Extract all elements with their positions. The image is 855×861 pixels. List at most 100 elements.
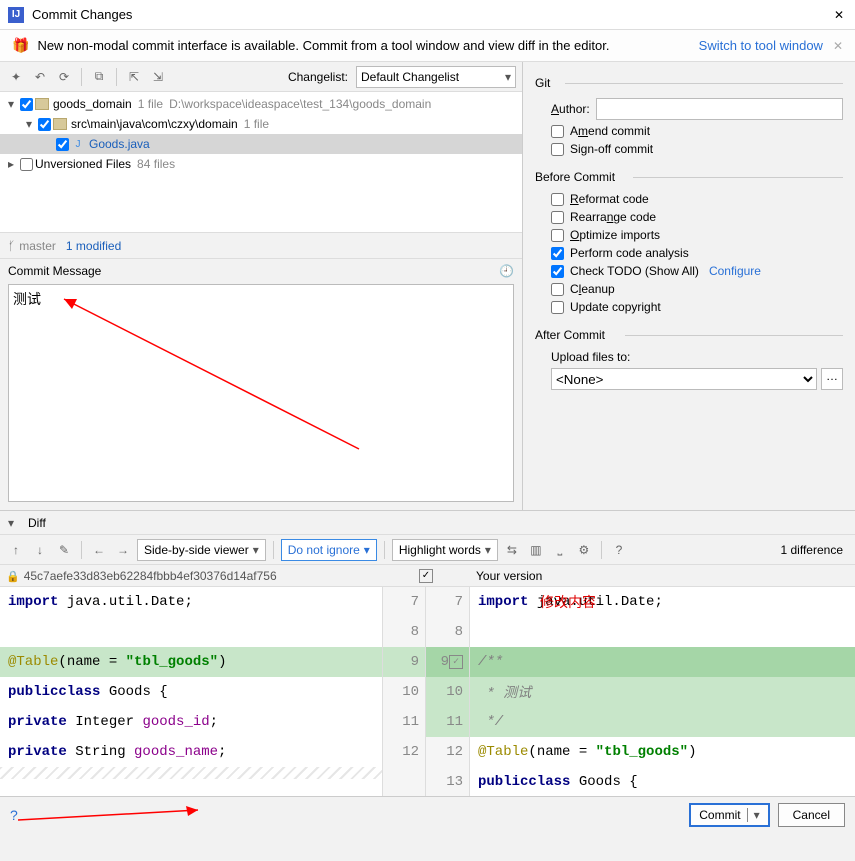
commit-message-input[interactable]: 测试 [8, 284, 514, 502]
java-file-icon: J [71, 137, 85, 151]
collapse-unchanged-icon[interactable]: ⇆ [502, 540, 522, 560]
author-label: Author: [551, 102, 590, 116]
folder-icon [53, 118, 67, 130]
expand-all-icon[interactable]: ⇱ [124, 67, 144, 87]
modified-count[interactable]: 1 modified [66, 239, 121, 253]
root-label: goods_domain [53, 97, 132, 111]
file-label: Goods.java [89, 137, 150, 151]
branch-icon: ᚶ [8, 239, 15, 253]
analysis-checkbox[interactable] [551, 247, 564, 260]
todo-label: Check TODO (Show All) [570, 264, 699, 278]
copyright-checkbox[interactable] [551, 301, 564, 314]
optimize-checkbox[interactable] [551, 229, 564, 242]
changelist-label: Changelist: [288, 70, 348, 84]
diff-right[interactable]: 修改内容 import java.util.Date;/** * 测试 */@T… [470, 587, 855, 796]
expand-icon[interactable]: ▾ [22, 117, 36, 131]
changes-toolbar: ✦ ↶ ⟳ ⧉ ⇱ ⇲ Changelist: Default Changeli… [0, 62, 522, 92]
collapse-all-icon[interactable]: ⇲ [148, 67, 168, 87]
options-pane: Git Author: Amend commit Sign-off commit… [523, 62, 855, 510]
diff-gutter-right: 789 ✓10111213 [426, 587, 470, 796]
show-diff-icon[interactable]: ✦ [6, 67, 26, 87]
apply-chunk-icon[interactable]: ✓ [449, 655, 463, 669]
footer-arrow [18, 800, 218, 830]
commit-msg-header: Commit Message 🕘 [0, 258, 522, 282]
cancel-button[interactable]: Cancel [778, 803, 845, 827]
next-diff-icon[interactable]: ↓ [30, 540, 50, 560]
code-line: import java.util.Date; [0, 587, 382, 617]
todo-checkbox[interactable] [551, 265, 564, 278]
prev-diff-icon[interactable]: ↑ [6, 540, 26, 560]
highlight-combo[interactable]: Highlight words ▾ [392, 539, 498, 561]
close-icon[interactable]: ✕ [831, 8, 847, 22]
rearrange-checkbox[interactable] [551, 211, 564, 224]
tree-root[interactable]: ▾ goods_domain 1 file D:\workspace\ideas… [0, 94, 522, 114]
settings-icon[interactable]: ⚙ [574, 540, 594, 560]
code-line: @Table(name = "tbl_goods") [470, 737, 855, 767]
group-by-icon[interactable]: ⧉ [89, 67, 109, 87]
footer: ? Commit▾ Cancel [0, 796, 855, 832]
tree-file[interactable]: J Goods.java [0, 134, 522, 154]
edit-icon[interactable]: ✎ [54, 540, 74, 560]
banner-close-icon[interactable]: ✕ [833, 39, 843, 53]
optimize-label: Optimize imports [570, 228, 660, 242]
diff-expand-icon[interactable]: ▾ [8, 516, 22, 530]
file-checkbox[interactable] [56, 138, 69, 151]
code-line: /** [470, 647, 855, 677]
pkg-files: 1 file [244, 117, 269, 131]
refresh-icon[interactable]: ⟳ [54, 67, 74, 87]
cleanup-checkbox[interactable] [551, 283, 564, 296]
tree-unversioned[interactable]: ▸ Unversioned Files 84 files [0, 154, 522, 174]
upload-select[interactable]: <None> [551, 368, 817, 390]
commit-msg-value: 测试 [13, 291, 41, 307]
diff-header: ▾ Diff [0, 510, 855, 534]
expand-icon[interactable]: ▾ [4, 97, 18, 111]
root-checkbox[interactable] [20, 98, 33, 111]
diff-body: import java.util.Date; @Table(name = "tbl… [0, 586, 855, 796]
diff-left[interactable]: import java.util.Date; @Table(name = "tbl… [0, 587, 382, 796]
code-line: * 测试 [470, 677, 855, 707]
pkg-checkbox[interactable] [38, 118, 51, 131]
author-input[interactable] [596, 98, 843, 120]
folder-icon [35, 98, 49, 110]
gift-icon: 🎁 [12, 37, 29, 54]
code-line: private Integer goods_id; [0, 707, 382, 737]
prev-file-icon[interactable]: ← [89, 540, 109, 560]
switch-tool-window-link[interactable]: Switch to tool window [699, 38, 823, 53]
diff-toolbar: ↑ ↓ ✎ ← → Side-by-side viewer ▾ Do not i… [0, 534, 855, 564]
app-icon: IJ [8, 7, 24, 23]
root-files: 1 file [138, 97, 163, 111]
copyright-label: Update copyright [570, 300, 661, 314]
changelist-combo[interactable]: Default Changelist ▾ [356, 66, 516, 88]
code-line: public class Goods { [470, 767, 855, 796]
root-path: D:\workspace\ideaspace\test_134\goods_do… [169, 97, 431, 111]
commit-dropdown-icon[interactable]: ▾ [747, 808, 760, 822]
info-banner: 🎁 New non-modal commit interface is avai… [0, 30, 855, 62]
view-mode-combo[interactable]: Side-by-side viewer ▾ [137, 539, 266, 561]
branch-name: master [19, 239, 56, 253]
code-line [0, 617, 382, 647]
unv-checkbox[interactable] [20, 158, 33, 171]
revert-icon[interactable]: ↶ [30, 67, 50, 87]
next-file-icon[interactable]: → [113, 540, 133, 560]
signoff-checkbox[interactable] [551, 143, 564, 156]
unv-label: Unversioned Files [35, 157, 131, 171]
reformat-checkbox[interactable] [551, 193, 564, 206]
separator [116, 68, 117, 86]
upload-browse-button[interactable]: … [821, 368, 843, 390]
right-rev-title: Your version [470, 569, 855, 583]
left-rev-title: 45c7aefe33d83eb62284fbbb4ef30376d14af756 [24, 569, 277, 583]
banner-message: New non-modal commit interface is availa… [37, 38, 698, 53]
tree-package[interactable]: ▾ src\main\java\com\czxy\domain 1 file [0, 114, 522, 134]
configure-link[interactable]: Configure [709, 264, 761, 278]
help-icon[interactable]: ? [609, 540, 629, 560]
include-checkbox[interactable]: ✓ [419, 569, 433, 583]
whitespace-icon[interactable]: ⎵ [550, 540, 570, 560]
amend-checkbox[interactable] [551, 125, 564, 138]
expand-icon[interactable]: ▸ [4, 157, 18, 171]
code-line: @Table(name = "tbl_goods") [0, 647, 382, 677]
commit-button[interactable]: Commit▾ [689, 803, 769, 827]
sync-scroll-icon[interactable]: ▥ [526, 540, 546, 560]
help-button[interactable]: ? [10, 807, 18, 823]
ignore-combo[interactable]: Do not ignore ▾ [281, 539, 377, 561]
history-icon[interactable]: 🕘 [499, 264, 514, 278]
